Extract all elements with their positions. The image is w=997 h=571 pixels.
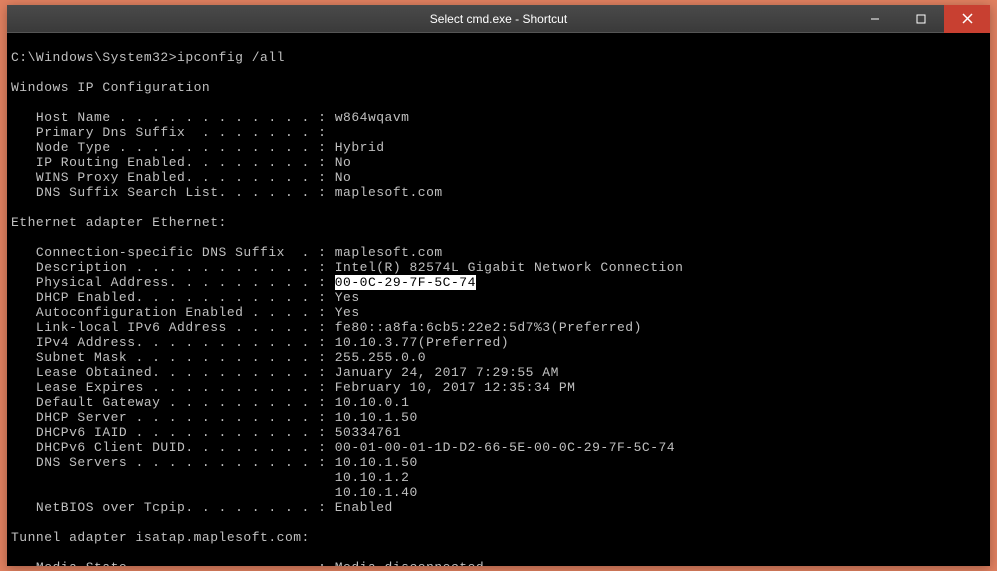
- output-line: Host Name . . . . . . . . . . . . : w864…: [11, 110, 409, 125]
- selected-text: 00-0C-29-7F-5C-74: [335, 275, 476, 290]
- output-line: Node Type . . . . . . . . . . . . : Hybr…: [11, 140, 385, 155]
- section-header: Ethernet adapter Ethernet:: [11, 215, 227, 230]
- output-line: Default Gateway . . . . . . . . . : 10.1…: [11, 395, 409, 410]
- output-line: Media State . . . . . . . . . . . : Medi…: [11, 560, 484, 566]
- output-line: Description . . . . . . . . . . . : Inte…: [11, 260, 683, 275]
- output-line: Link-local IPv6 Address . . . . . : fe80…: [11, 320, 642, 335]
- window-title: Select cmd.exe - Shortcut: [253, 12, 745, 26]
- output-line: NetBIOS over Tcpip. . . . . . . . : Enab…: [11, 500, 393, 515]
- output-line: IPv4 Address. . . . . . . . . . . : 10.1…: [11, 335, 509, 350]
- titlebar[interactable]: Select cmd.exe - Shortcut: [7, 5, 990, 33]
- window-controls: [744, 5, 990, 33]
- application-window: Select cmd.exe - Shortcut C:\Windows\Sys…: [7, 5, 990, 566]
- section-header: Windows IP Configuration: [11, 80, 210, 95]
- output-line: DHCPv6 Client DUID. . . . . . . . : 00-0…: [11, 440, 675, 455]
- phys-addr-label: Physical Address. . . . . . . . . :: [11, 275, 335, 290]
- output-line: Connection-specific DNS Suffix . : maple…: [11, 245, 443, 260]
- output-line: Physical Address. . . . . . . . . : 00-0…: [11, 275, 476, 290]
- output-line: Primary Dns Suffix . . . . . . . :: [11, 125, 326, 140]
- output-line: 10.10.1.40: [11, 485, 418, 500]
- maximize-icon: [916, 14, 926, 24]
- output-line: DNS Servers . . . . . . . . . . . : 10.1…: [11, 455, 418, 470]
- minimize-icon: [870, 14, 880, 24]
- maximize-button[interactable]: [898, 5, 944, 33]
- output-line: Autoconfiguration Enabled . . . . : Yes: [11, 305, 360, 320]
- minimize-button[interactable]: [852, 5, 898, 33]
- command-line: C:\Windows\System32>ipconfig /all: [11, 50, 285, 65]
- output-line: DHCP Enabled. . . . . . . . . . . : Yes: [11, 290, 360, 305]
- output-line: DHCPv6 IAID . . . . . . . . . . . : 5033…: [11, 425, 401, 440]
- terminal-output[interactable]: C:\Windows\System32>ipconfig /all Window…: [7, 33, 990, 566]
- output-line: DNS Suffix Search List. . . . . . : mapl…: [11, 185, 443, 200]
- output-line: IP Routing Enabled. . . . . . . . : No: [11, 155, 351, 170]
- output-line: DHCP Server . . . . . . . . . . . : 10.1…: [11, 410, 418, 425]
- output-line: Subnet Mask . . . . . . . . . . . : 255.…: [11, 350, 426, 365]
- close-button[interactable]: [944, 5, 990, 33]
- output-line: WINS Proxy Enabled. . . . . . . . : No: [11, 170, 351, 185]
- output-line: Lease Expires . . . . . . . . . . : Febr…: [11, 380, 576, 395]
- close-icon: [962, 13, 973, 24]
- output-line: Lease Obtained. . . . . . . . . . : Janu…: [11, 365, 559, 380]
- section-header: Tunnel adapter isatap.maplesoft.com:: [11, 530, 310, 545]
- output-line: 10.10.1.2: [11, 470, 409, 485]
